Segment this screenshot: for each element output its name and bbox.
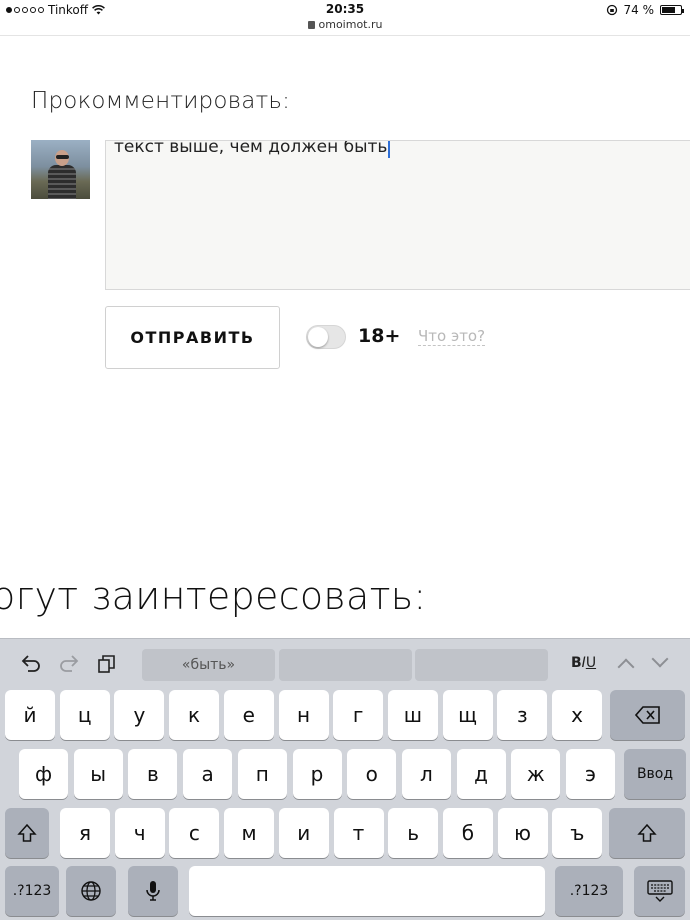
key-з[interactable]: з [497,690,548,740]
key-ш[interactable]: ш [387,690,438,740]
key-ч[interactable]: ч [114,808,165,858]
delete-key[interactable] [610,690,685,740]
text-cursor [388,141,391,158]
key-и[interactable]: и [278,808,329,858]
age-toggle[interactable] [306,325,346,349]
chevron-down-icon[interactable] [651,650,669,668]
keyboard: «быть» BIU йцукенгшщзх фывапролджэ ячсмить… [0,638,690,920]
key-ь[interactable]: ь [388,808,439,858]
key-г[interactable]: г [333,690,384,740]
key-б[interactable]: б [442,808,493,858]
age-label: 18+ [358,325,401,347]
key-у[interactable]: у [114,690,165,740]
url-text: omoimot.ru [318,18,383,31]
chevron-up-icon[interactable] [617,658,635,676]
shift-key-left[interactable] [5,808,49,858]
microphone-icon [146,881,160,901]
key-р[interactable]: р [292,749,342,799]
key-я[interactable]: я [60,808,110,858]
key-н[interactable]: н [278,690,329,740]
dictation-key[interactable] [128,866,178,916]
shift-key-right[interactable] [609,808,685,858]
shift-icon [637,823,657,842]
comment-text: текст выше, чем должен быть [114,140,388,157]
key-д[interactable]: д [456,749,506,799]
key-ы[interactable]: ы [73,749,123,799]
key-с[interactable]: с [169,808,220,858]
hide-keyboard-icon [646,880,673,902]
return-key[interactable]: Ввод [624,749,686,799]
key-а[interactable]: а [183,749,233,799]
suggestion-3[interactable] [415,649,548,681]
lock-icon [307,21,315,29]
address-bar[interactable]: omoimot.ru [0,18,690,31]
send-button[interactable]: ОТПРАВИТЬ [105,306,280,369]
key-ъ[interactable]: ъ [552,808,603,858]
key-щ[interactable]: щ [442,690,493,740]
globe-icon [81,881,101,901]
status-right: 74 % [606,3,684,17]
suggestion-1[interactable]: «быть» [142,649,275,681]
comment-heading: Прокомментировать: [31,88,291,114]
rotation-lock-icon [606,4,617,16]
space-key[interactable] [189,866,545,916]
paste-icon[interactable] [96,653,118,675]
shift-icon [17,823,37,842]
key-й[interactable]: й [5,690,55,740]
hide-keyboard-key[interactable] [634,866,685,916]
clock: 20:35 [325,2,365,16]
related-heading: огут заинтересовать: [0,574,427,618]
key-ю[interactable]: ю [497,808,548,858]
redo-icon[interactable] [58,653,80,675]
status-bar: Tinkoff 20:35 omoimot.ru 74 % [0,0,690,36]
key-х[interactable]: х [552,690,602,740]
key-в[interactable]: в [128,749,178,799]
key-п[interactable]: п [237,749,287,799]
key-ж[interactable]: ж [511,749,561,799]
key-е[interactable]: е [223,690,274,740]
key-т[interactable]: т [333,808,384,858]
suggestion-2[interactable] [279,649,412,681]
numbers-key-left[interactable]: .?123 [5,866,59,916]
globe-key[interactable] [66,866,116,916]
delete-icon [634,706,660,724]
key-л[interactable]: л [401,749,451,799]
key-э[interactable]: э [566,749,615,799]
undo-icon[interactable] [20,653,42,675]
key-м[interactable]: м [224,808,275,858]
key-о[interactable]: о [347,749,397,799]
key-ц[interactable]: ц [59,690,110,740]
battery-icon [660,5,684,15]
key-ф[interactable]: ф [19,749,68,799]
format-button[interactable]: BIU [571,655,596,671]
toggle-knob [308,327,328,347]
battery-percent: 74 % [623,3,655,17]
whats-this-link[interactable]: Что это? [418,328,486,346]
battery-level [662,7,676,13]
keyboard-toolbar: «быть» BIU [0,639,690,685]
numbers-key-right[interactable]: .?123 [555,866,623,916]
comment-textarea[interactable]: текст выше, чем должен быть [105,140,690,290]
key-к[interactable]: к [169,690,220,740]
avatar [31,140,90,199]
